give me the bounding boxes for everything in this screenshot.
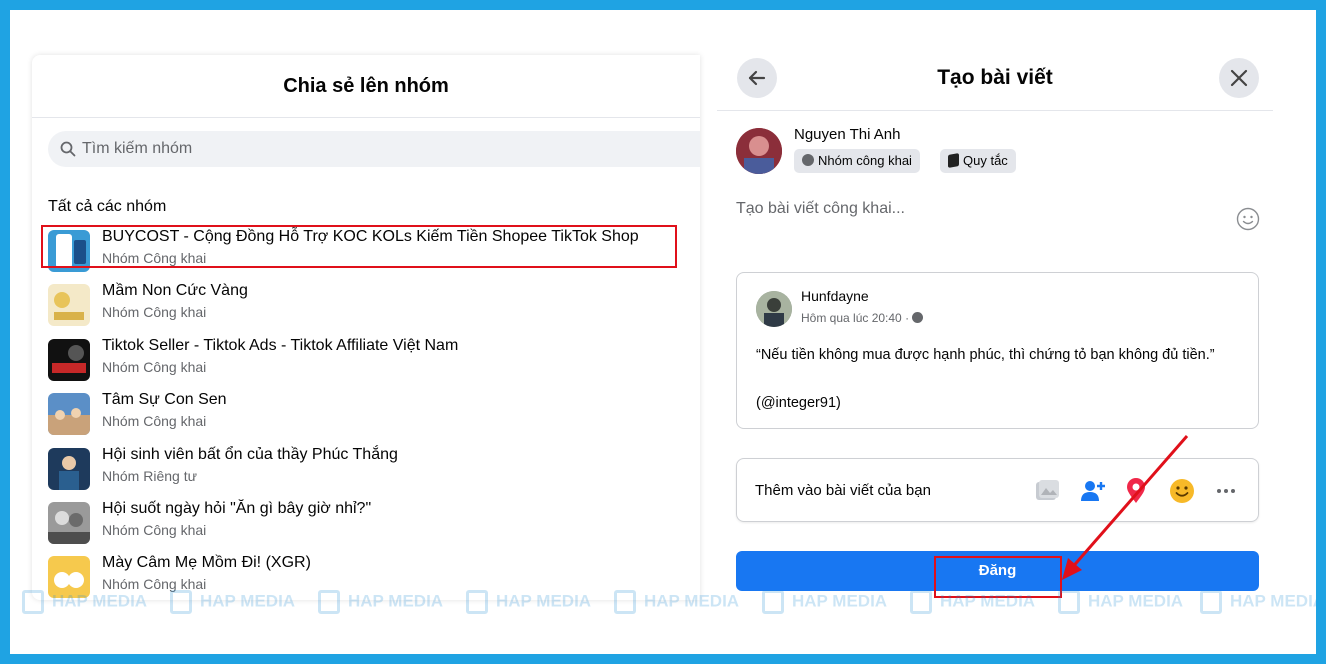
screenshot-canvas: Chia sẻ lên nhóm Tìm kiếm nhóm Tất cả cá… — [10, 10, 1316, 654]
watermark: HAP MEDIA HAP MEDIA HAP MEDIA HAP MEDIA … — [10, 590, 1316, 620]
annotation-arrow — [1062, 435, 1189, 580]
